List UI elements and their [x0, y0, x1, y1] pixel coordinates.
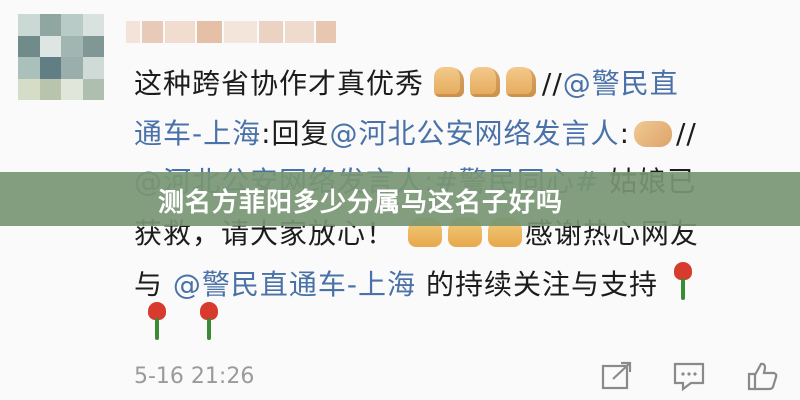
comment-line-5: 与 @警民直通车-上海 的持续关注与支持	[134, 260, 698, 303]
comment-line-1: 这种跨省协作才真优秀 //@警民直	[134, 62, 679, 102]
mention-link[interactable]: 通车-上海	[134, 117, 261, 150]
comment-button[interactable]	[672, 360, 706, 392]
comment-icon	[673, 362, 705, 392]
thumbs-up-icon	[505, 67, 536, 97]
like-icon	[747, 362, 778, 391]
reply-label: :回复	[261, 117, 330, 150]
rose-icon	[142, 300, 172, 342]
thumbs-up-icon	[469, 67, 500, 97]
mention-link[interactable]: @警民直通车-上海	[173, 268, 416, 301]
comment-text: 与	[134, 268, 164, 301]
share-button[interactable]	[600, 360, 634, 392]
colon: :	[619, 117, 630, 150]
like-button[interactable]	[746, 360, 780, 392]
rose-icon	[668, 260, 698, 302]
repost-separator: //	[541, 67, 563, 100]
comment-line-6	[142, 300, 224, 342]
rose-icon	[194, 300, 224, 342]
mention-link[interactable]: @警民直	[563, 67, 679, 100]
handshake-icon	[634, 121, 672, 147]
mention-link[interactable]: @河北公安网络发言人	[330, 117, 620, 150]
username[interactable]	[126, 20, 336, 44]
comment-text: 这种跨省协作才真优秀	[134, 67, 425, 100]
thumbs-up-icon	[433, 67, 464, 97]
title-banner: 测名方菲阳多少分属马这名子好吗	[0, 172, 800, 226]
share-icon	[601, 361, 632, 390]
banner-title: 测名方菲阳多少分属马这名子好吗	[158, 188, 564, 218]
comment-text: 的持续关注与支持	[425, 268, 658, 301]
timestamp: 5-16 21:26	[134, 364, 255, 389]
comment-line-2: 通车-上海:回复@河北公安网络发言人: //	[134, 112, 697, 152]
avatar[interactable]	[18, 14, 104, 100]
repost-separator: //	[676, 117, 697, 150]
